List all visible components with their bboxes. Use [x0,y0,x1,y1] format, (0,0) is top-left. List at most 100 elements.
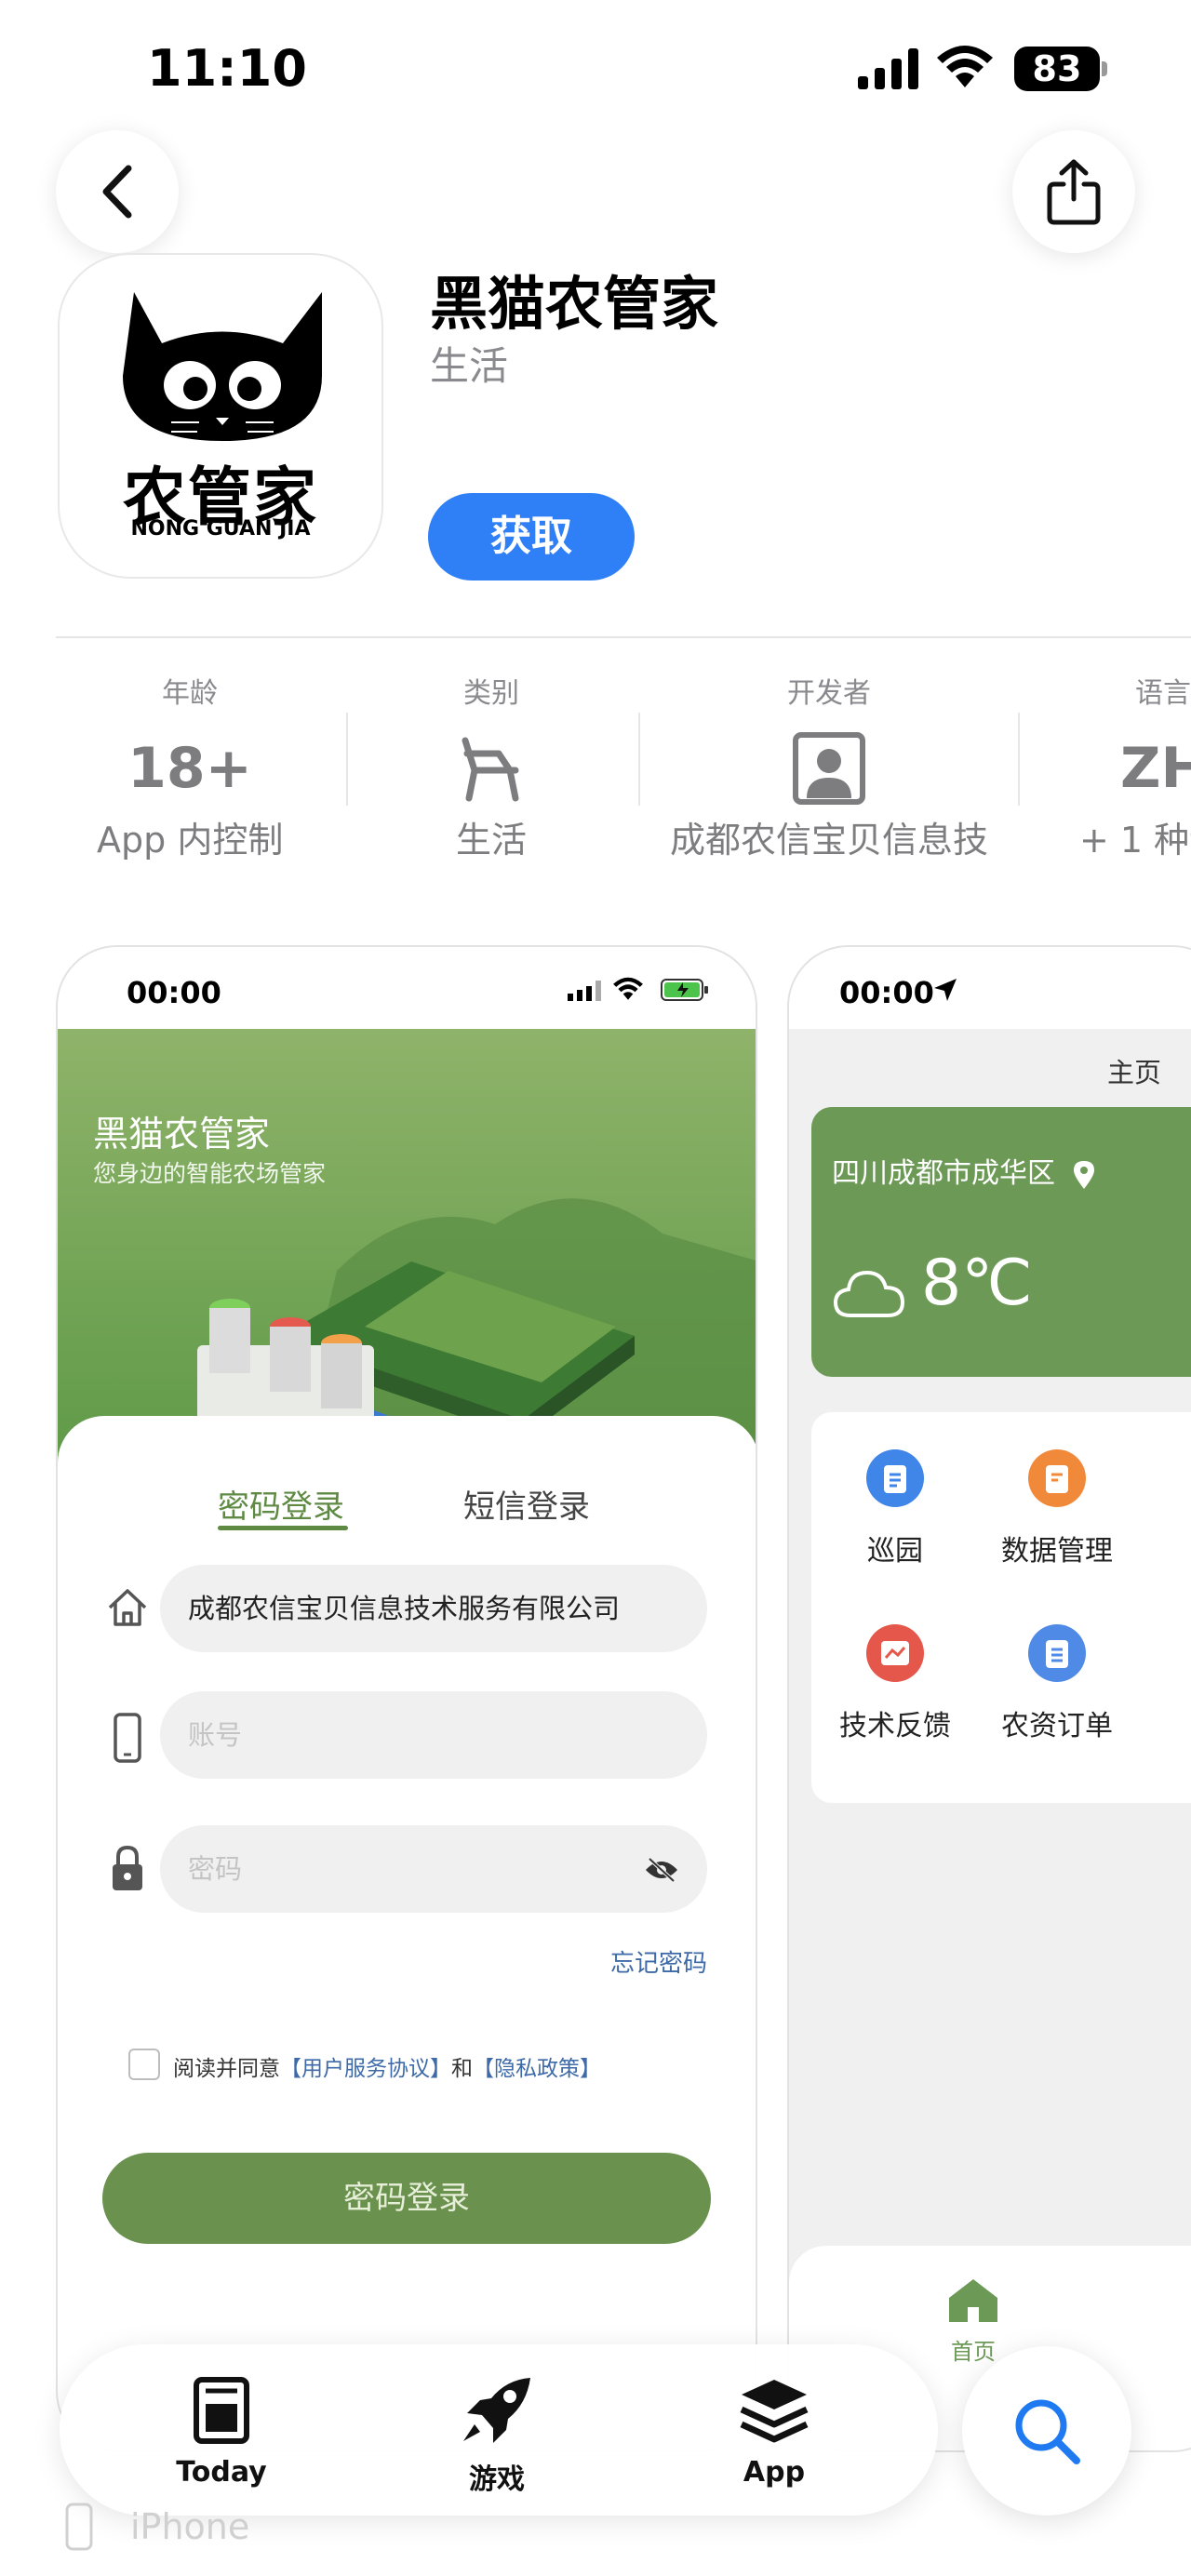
signal-icon [568,981,601,1001]
tab-sms-login[interactable]: 短信登录 [463,1481,590,1527]
tab-apps[interactable]: App [700,2376,849,2489]
tab-games[interactable]: 游戏 [422,2376,571,2497]
grid-label: 技术反馈 [839,1710,951,1742]
tab-underline [218,1526,348,1530]
info-age-sub: App 内控制 [97,820,284,861]
battery-indicator: 83 [1014,47,1107,91]
app-icon: 农管家 NONG GUAN JIA [58,253,383,579]
tab-today[interactable]: Today [147,2376,296,2489]
tab-password-login[interactable]: 密码登录 [218,1481,344,1527]
location-pin-icon [1073,1160,1094,1189]
today-icon [194,2377,249,2444]
screenshot-login[interactable]: 00:00 黑猫农管家 您身边的智能农场管家 密码登录 短信登录 成都农信宝贝信… [56,945,757,2452]
weather-temperature: 8℃ [921,1247,1033,1320]
info-language-value: ZH [1120,736,1191,801]
forgot-password-link[interactable]: 忘记密码 [610,1944,707,1979]
tab-games-label: 游戏 [469,2463,525,2496]
device-compatibility: iPhone [65,2503,249,2551]
home-page-title: 主页 [1107,1057,1162,1088]
phone-icon [114,1713,141,1763]
tab-search[interactable] [962,2346,1131,2516]
weather-card: 四川成都市成华区 8℃ [811,1107,1191,1377]
info-separator [1018,713,1020,806]
app-icon-logo-subtext: NONG GUAN JIA [130,517,311,541]
weather-location: 四川成都市成华区 [832,1150,1096,1191]
screenshot-status-bar: 00:00 [58,947,756,1029]
info-category-sub: 生活 [455,820,527,861]
info-age[interactable]: 年龄 18+ App 内控制 [97,670,283,862]
cloud-icon [834,1270,904,1317]
screenshot-home[interactable]: 00:00 主页 四川成都市成华区 8℃ 巡园 数据管理 技术反馈 农资订单 首… [787,945,1191,2452]
battery-charging-icon [661,979,708,1001]
info-developer[interactable]: 开发者 成都农信宝贝信息技 [657,670,1001,862]
grid-item-personal[interactable]: 个人 [1137,1449,1191,1568]
agreement-text: 阅读并同意【用户服务协议】和【隐私政策】 [173,2050,601,2082]
grid-item-more[interactable] [1137,1624,1191,1702]
layers-icon [740,2380,809,2443]
info-language-sub: + 1 种语 [1079,820,1191,861]
company-field[interactable]: 成都农信宝贝信息技术服务有限公司 [160,1565,707,1652]
chevron-left-icon [102,165,132,219]
agree-and: 和 [451,2057,473,2081]
chair-icon [398,731,584,806]
info-age-label: 年龄 [162,677,218,710]
lock-icon [113,1845,142,1890]
wifi-icon [937,46,993,87]
get-button[interactable]: 获取 [428,493,635,581]
iphone-icon [65,2503,93,2551]
info-language-label: 语言 [1135,677,1191,710]
eye-off-icon[interactable] [644,1857,679,1883]
user-terms-link[interactable]: 【用户服务协议】 [280,2057,451,2081]
grid-item-patrol[interactable]: 巡园 [811,1449,979,1568]
hero-subtitle: 您身边的智能农场管家 [93,1160,327,1187]
password-login-button[interactable]: 密码登录 [102,2153,711,2244]
hero-title: 黑猫农管家 [93,1114,271,1155]
password-field[interactable]: 密码 [160,1825,707,1913]
info-category[interactable]: 类别 生活 [398,670,584,862]
grid-item-tech-feedback[interactable]: 技术反馈 [811,1624,979,1743]
agree-checkbox[interactable] [128,2049,160,2080]
grid-item-data-management[interactable]: 数据管理 [973,1449,1141,1568]
app-category[interactable]: 生活 [430,335,508,392]
info-developer-sub: 成都农信宝贝信息技 [669,820,988,861]
farm-illustration [197,1198,756,1466]
share-icon [1047,159,1101,225]
grid-label: 巡园 [867,1535,923,1568]
info-category-label: 类别 [463,677,519,710]
home-icon [108,1589,147,1626]
info-separator [346,713,348,806]
back-button[interactable] [56,130,179,253]
share-button[interactable] [1012,130,1135,253]
info-separator [638,713,640,806]
location-arrow-icon [934,979,957,1001]
tab-apps-label: App [743,2456,806,2489]
document-icon [1028,1624,1086,1682]
grid-label: 农资订单 [1001,1710,1113,1742]
feature-grid: 巡园 数据管理 个人 技术反馈 农资订单 [811,1412,1191,1803]
black-cat-logo-icon [123,292,322,441]
login-card: 密码登录 短信登录 成都农信宝贝信息技术服务有限公司 账号 密码 忘记密码 阅读… [58,1416,756,2450]
status-time: 11:10 [147,39,307,98]
app-home-tab-label: 首页 [951,2339,996,2365]
clipboard-icon [866,1449,924,1507]
person-icon [657,731,1001,806]
rocket-icon [463,2378,530,2443]
screenshot-time: 00:00 [127,975,221,1010]
login-hero-banner: 黑猫农管家 您身边的智能农场管家 [58,1029,756,1466]
grid-item-supply-orders[interactable]: 农资订单 [973,1624,1141,1743]
grid-label: 个人 [1137,1528,1191,1568]
info-language[interactable]: 语言 ZH + 1 种语 [1070,670,1191,862]
grid-label: 数据管理 [1001,1535,1113,1568]
tab-today-label: Today [176,2456,267,2489]
account-field[interactable]: 账号 [160,1691,707,1779]
chart-trend-icon [866,1624,924,1682]
search-icon [1015,2399,1080,2464]
device-label: iPhone [130,2506,250,2547]
status-bar: 11:10 83 [0,0,1191,140]
app-title: 黑猫农管家 [430,270,719,338]
wifi-icon [613,977,643,1000]
app-home-tab[interactable]: 首页 [945,2276,1001,2366]
tab-bar: Today 游戏 App [60,2344,938,2516]
privacy-policy-link[interactable]: 【隐私政策】 [473,2057,601,2081]
agree-prefix: 阅读并同意 [173,2057,280,2081]
